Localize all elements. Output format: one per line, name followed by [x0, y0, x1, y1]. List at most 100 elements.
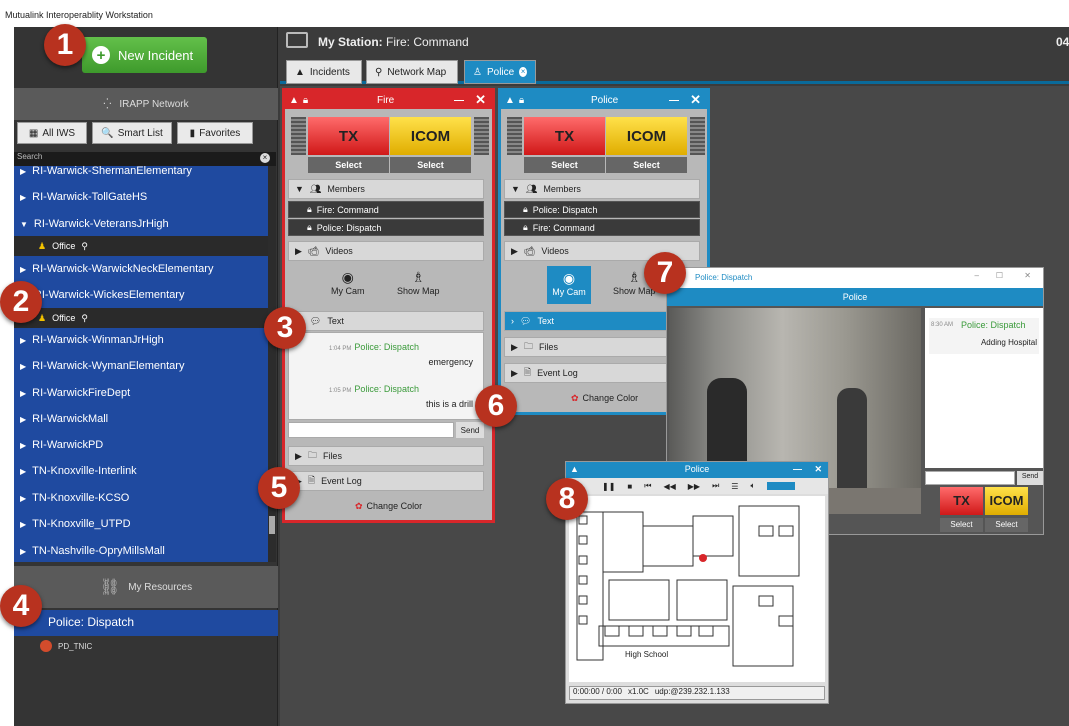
list-subitem[interactable]: ♟ Office ⚲ [14, 308, 268, 328]
video-window-title: Police: Dispatch [695, 273, 753, 282]
icom-select-button[interactable]: Select [985, 518, 1028, 532]
rewind-icon[interactable]: ◀◀ [663, 482, 675, 491]
list-item[interactable]: ▼ RI-Warwick-VeteransJrHigh [14, 211, 268, 237]
icom-select-button[interactable]: Select [390, 157, 471, 173]
icom-button[interactable]: ICOM [606, 117, 687, 155]
person-icon: ♟ [38, 312, 47, 323]
list-item[interactable]: ▶ RI-Warwick-TollGateHS [14, 184, 268, 210]
close-icon[interactable]: ✕ [1024, 271, 1031, 280]
tab-favorites[interactable]: ▮ Favorites [177, 122, 253, 144]
skip-back-icon[interactable]: ⏮ [644, 481, 651, 491]
list-item[interactable]: ▶ TN-Knoxville-KCSO [14, 485, 268, 511]
scrollbar-thumb[interactable] [269, 516, 275, 534]
expand-icon: ▶ [20, 192, 27, 202]
send-button[interactable]: Send [456, 422, 484, 438]
minimize-icon[interactable]: – [975, 271, 979, 280]
minimize-icon[interactable]: — [454, 95, 464, 106]
files-section[interactable]: ▶ 🗀 Files [288, 446, 484, 466]
tx-select-button[interactable]: Select [308, 157, 389, 173]
tx-button[interactable]: TX [940, 487, 983, 515]
tab-all-iws[interactable]: ▦ All IWS [17, 122, 87, 144]
list-item[interactable]: ▶ RI-WarwickFireDept [14, 380, 268, 406]
expand-icon: ▶ [20, 414, 27, 424]
police-window-header[interactable]: ▲ 🔒︎ Police — ✕ [501, 91, 707, 109]
forward-icon[interactable]: ▶▶ [688, 482, 700, 491]
list-subitem[interactable]: ♟ Office ⚲ [14, 236, 268, 256]
icom-button[interactable]: ICOM [390, 117, 471, 155]
tx-select-button[interactable]: Select [524, 157, 605, 173]
icom-button[interactable]: ICOM [985, 487, 1028, 515]
select-label: Select [950, 520, 973, 529]
my-resources-header[interactable]: ⛓ My Resources [14, 566, 278, 608]
tab-police[interactable]: ♙ Police × [464, 60, 536, 84]
members-section[interactable]: ▼ 👥︎ Members [288, 179, 484, 199]
skip-forward-icon[interactable]: ⏭ [712, 481, 719, 491]
list-item[interactable]: ▶ RI-WarwickPD [14, 432, 268, 458]
tx-label: TX [953, 493, 970, 508]
list-item-label: RI-WarwickMall [32, 413, 109, 425]
tab-network-map[interactable]: ⚲ Network Map [366, 60, 458, 84]
new-incident-button[interactable]: + New Incident [82, 37, 207, 73]
tx-button[interactable]: TX [524, 117, 605, 155]
video-window-titlebar[interactable]: Police: Dispatch – ☐ ✕ [667, 268, 1043, 288]
network-header[interactable]: ⁛ IRAPP Network [14, 88, 278, 120]
callout-badge-7: 7 [644, 252, 686, 294]
list-item[interactable]: ▼RI-Warwick-WickesElementary [14, 282, 268, 308]
grid-icon: ▦ [28, 127, 39, 139]
list-item[interactable]: ▶ TN-Knoxville_UTPD [14, 511, 268, 537]
minimize-icon[interactable]: — [793, 464, 802, 474]
list-item[interactable]: ▶ RI-WarwickMall [14, 406, 268, 432]
videos-section[interactable]: ▶ 📹︎ Videos [288, 241, 484, 261]
members-section[interactable]: ▼ 👥︎ Members [504, 179, 700, 199]
list-item[interactable]: ▶ RI-Warwick-WinmanJrHigh [14, 327, 268, 353]
map-window-header[interactable]: ▲ Police — ✕ [566, 462, 828, 478]
volume-icon[interactable]: 🔈︎ [750, 481, 755, 491]
tab-incidents[interactable]: ▲ Incidents [286, 60, 362, 84]
tx-select-button[interactable]: Select [940, 518, 983, 532]
minimize-icon[interactable]: — [669, 95, 679, 106]
member-row[interactable]: 🔒︎ Fire: Command [288, 201, 484, 218]
change-color-button[interactable]: ✿ Change Color [571, 393, 638, 404]
change-color-button[interactable]: ✿ Change Color [355, 501, 422, 512]
change-color-label: Change Color [366, 501, 423, 511]
floor-plan-map[interactable]: High School [569, 496, 825, 682]
expand-icon: ▶ [511, 245, 518, 256]
volume-slider[interactable] [767, 482, 796, 490]
close-icon[interactable]: ✕ [814, 464, 822, 475]
list-item[interactable]: ▶ RI-Warwick-WarwickNeckElementary [14, 256, 268, 282]
list-item[interactable]: ▶ TN-Nashville-OpryMillsMall [14, 538, 268, 562]
event-log-section[interactable]: ▶🗎Event Log [288, 471, 484, 491]
playlist-icon[interactable]: ☰ [731, 482, 738, 491]
message-input[interactable] [288, 422, 454, 438]
member-row[interactable]: 🔒︎ Police: Dispatch [288, 219, 484, 236]
stop-icon[interactable]: ■ [627, 482, 632, 491]
icom-select-button[interactable]: Select [606, 157, 687, 173]
close-icon[interactable]: ✕ [690, 92, 701, 108]
resource-item[interactable]: PD_TNIC [40, 640, 92, 652]
resource-group[interactable]: Police: Dispatch [14, 610, 278, 636]
tab-smart-list[interactable]: 🔍 Smart List [92, 122, 172, 144]
my-cam-button[interactable]: ◉ My Cam [547, 266, 591, 304]
text-section[interactable]: ▼💬︎Text [288, 311, 484, 331]
tx-button[interactable]: TX [308, 117, 389, 155]
pause-icon[interactable]: ❚❚ [602, 482, 615, 491]
maximize-icon[interactable]: ☐ [996, 271, 1003, 280]
member-row[interactable]: 🔒︎ Police: Dispatch [504, 201, 700, 218]
list-item[interactable]: ▶ RI-Warwick-ShermanElementary [14, 166, 268, 184]
search-input[interactable]: Search × [14, 152, 276, 166]
map-pin-icon: ⚲ [375, 66, 383, 78]
list-item[interactable]: ▶ RI-Warwick-WymanElementary [14, 353, 268, 379]
list-item[interactable]: ▶ TN-Knoxville-Interlink [14, 458, 268, 484]
list-item-label: RI-WarwickFireDept [32, 387, 131, 399]
close-tab-icon[interactable]: × [519, 67, 527, 77]
my-cam-button[interactable]: ◉ My Cam [331, 269, 365, 296]
send-button[interactable]: Send [1017, 471, 1043, 485]
show-map-button[interactable]: ♗ Show Map [397, 269, 440, 296]
fire-window-header[interactable]: ▲ 🔒︎ Fire — ✕ [285, 91, 492, 109]
member-row[interactable]: 🔒︎ Fire: Command [504, 219, 700, 236]
video-chat-panel: 8:30 AM Police: Dispatch Adding Hospital [925, 308, 1043, 468]
clear-search-icon[interactable]: × [260, 153, 270, 163]
close-icon[interactable]: ✕ [475, 92, 486, 108]
chat-input[interactable] [925, 471, 1015, 485]
member-name: Police: Dispatch [532, 204, 598, 215]
